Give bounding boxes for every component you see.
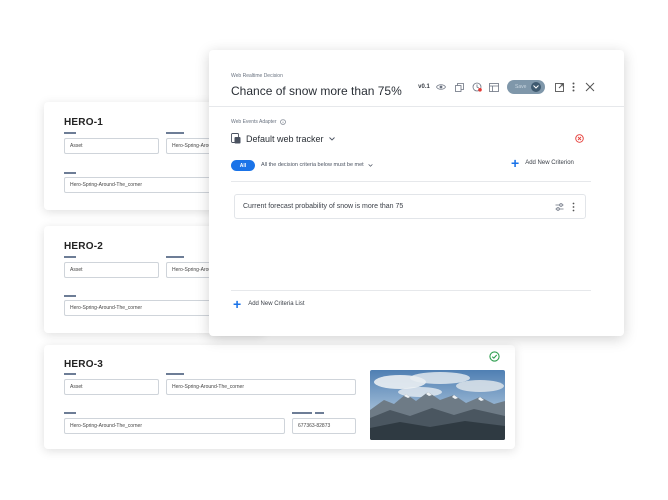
more-vertical-icon <box>572 82 574 92</box>
schedule-button[interactable] <box>471 80 483 94</box>
adapter-name: Default web tracker <box>246 133 324 144</box>
criterion-row[interactable]: Current forecast probability of snow is … <box>234 194 586 219</box>
copy-icon <box>454 82 464 92</box>
layout-button[interactable] <box>488 80 500 94</box>
field-label-marker <box>166 256 184 258</box>
criterion-text: Current forecast probability of snow is … <box>243 203 404 210</box>
settings-sliders-icon[interactable] <box>555 203 564 211</box>
layout-icon <box>489 82 499 92</box>
field-label-marker <box>64 295 76 297</box>
hero-card-title: HERO-1 <box>64 117 103 128</box>
chevron-down-icon <box>368 163 373 167</box>
plus-icon: + <box>233 296 242 312</box>
add-criteria-list-label: Add New Criteria List <box>248 301 305 307</box>
type-field[interactable]: Asset <box>64 379 159 395</box>
decision-title[interactable]: Chance of snow more than 75% <box>231 84 402 98</box>
tracker-icon <box>231 133 241 144</box>
field-label-marker <box>315 412 324 414</box>
field-label-marker <box>64 256 76 258</box>
eye-icon <box>436 84 446 90</box>
decision-panel: Web Realtime Decision Chance of snow mor… <box>209 50 624 336</box>
field-label-marker <box>64 172 76 174</box>
copy-button[interactable] <box>453 80 465 94</box>
open-external-icon <box>554 82 564 92</box>
clock-icon <box>472 82 482 92</box>
add-criterion-button[interactable]: + Add New Criterion <box>511 155 574 171</box>
more-options-button[interactable] <box>569 80 577 94</box>
add-criterion-label: Add New Criterion <box>525 160 574 166</box>
criteria-divider <box>231 181 591 182</box>
all-toggle[interactable]: All <box>231 160 255 171</box>
type-field[interactable]: Asset <box>64 262 159 278</box>
id-field[interactable]: 677363-82873 <box>292 418 356 434</box>
more-vertical-icon[interactable] <box>572 202 575 212</box>
chevron-down-icon <box>328 136 335 141</box>
footer-divider <box>231 290 591 291</box>
chevron-down-icon <box>531 82 541 92</box>
field-label-marker <box>64 132 76 134</box>
criteria-rule-text: All the decision criteria below must be … <box>261 162 364 168</box>
section-label: Web Realtime Decision <box>231 73 283 79</box>
hero-card-title: HERO-2 <box>64 241 103 252</box>
hero-card-3[interactable]: HERO-3 Asset Hero-Spring-Around-The_corn… <box>44 345 515 449</box>
preview-button[interactable] <box>435 80 447 94</box>
info-icon <box>280 119 286 125</box>
field-label-marker <box>166 373 184 375</box>
close-button[interactable] <box>583 80 597 94</box>
open-external-button[interactable] <box>553 80 565 94</box>
mountain-photo <box>370 370 505 440</box>
adapter-label: Web Events Adapter <box>231 119 277 125</box>
remove-circle-icon[interactable] <box>575 134 584 143</box>
field-label-marker <box>64 373 76 375</box>
criteria-rule-dropdown[interactable]: All the decision criteria below must be … <box>261 162 373 168</box>
version-label[interactable]: v0.1 <box>417 80 431 94</box>
save-button[interactable]: Save <box>507 80 545 94</box>
type-field[interactable]: Asset <box>64 138 159 154</box>
name-field[interactable]: Hero-Spring-Around-The_corner <box>166 379 356 395</box>
save-button-label: Save <box>515 84 527 90</box>
plus-icon: + <box>511 155 520 171</box>
field-label-marker <box>166 132 184 134</box>
field-label-marker <box>64 412 76 414</box>
hero-card-title: HERO-3 <box>64 359 103 370</box>
header-divider <box>209 106 624 107</box>
field-label-marker <box>292 412 312 414</box>
add-criteria-list-button[interactable]: + Add New Criteria List <box>233 296 305 312</box>
adapter-selector[interactable]: Default web tracker <box>231 133 335 144</box>
close-icon <box>585 82 595 92</box>
check-circle-icon <box>489 351 500 362</box>
path-field[interactable]: Hero-Spring-Around-The_corner <box>64 418 285 434</box>
